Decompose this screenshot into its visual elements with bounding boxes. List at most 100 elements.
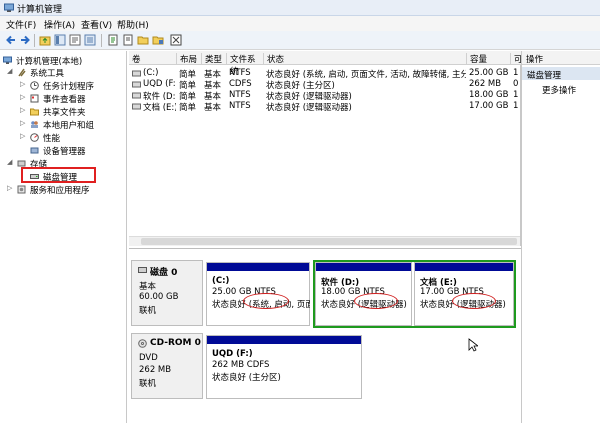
- collapse-icon[interactable]: ◢: [7, 158, 12, 166]
- column-header-status[interactable]: 状态: [263, 53, 466, 65]
- menu-bar: 文件(F) 操作(A) 查看(V) 帮助(H): [0, 16, 600, 31]
- annotation-ellipse: [354, 293, 398, 309]
- console-tree-icon[interactable]: [54, 34, 66, 46]
- forward-arrow-icon[interactable]: [19, 34, 31, 46]
- column-header-free[interactable]: 可: [510, 53, 523, 65]
- action-group-disk-management[interactable]: 磁盘管理: [522, 67, 600, 81]
- expand-icon[interactable]: ▷: [20, 132, 25, 140]
- menu-view[interactable]: 查看(V): [81, 18, 112, 31]
- partition-bar: [316, 263, 411, 271]
- cell-capacity: 25.00 GB: [469, 68, 509, 78]
- expand-icon[interactable]: ▷: [20, 106, 25, 114]
- column-header-volume[interactable]: 卷: [129, 53, 176, 65]
- actions-header: 操作: [522, 51, 600, 65]
- cell-filesystem: NTFS: [229, 68, 251, 78]
- partition-bar: [415, 263, 513, 271]
- expand-icon[interactable]: ▷: [20, 93, 25, 101]
- expand-icon[interactable]: ▷: [20, 119, 25, 127]
- menu-file[interactable]: 文件(F): [6, 18, 36, 31]
- cell-capacity: 17.00 GB: [469, 101, 509, 111]
- partition-f[interactable]: UQD (F:) 262 MB CDFS 状态良好 (主分区): [206, 335, 362, 399]
- open-folder-icon[interactable]: [137, 34, 149, 46]
- disk-0-info[interactable]: 磁盘 0 基本 60.00 GB 联机: [131, 260, 203, 326]
- volume-icon: [132, 81, 141, 88]
- shared-folder-icon: [30, 108, 39, 116]
- annotation-ellipse: [452, 293, 496, 309]
- performance-icon: [30, 133, 39, 142]
- menu-action[interactable]: 操作(A): [44, 18, 75, 31]
- partition-name: UQD (F:): [212, 349, 253, 359]
- expand-icon[interactable]: ▷: [20, 80, 25, 88]
- title-bar: 计算机管理: [0, 0, 600, 16]
- tree-label: 事件查看器: [43, 95, 86, 105]
- tree-label: 系统工具: [30, 69, 65, 79]
- horizontal-scrollbar[interactable]: [129, 236, 520, 246]
- volume-row[interactable]: 软件 (D:) 简单 基本 NTFS 状态良好 (逻辑驱动器) 18.00 GB 1: [129, 90, 521, 102]
- tree-label: 任务计划程序: [43, 82, 95, 92]
- disk-status: 联机: [139, 379, 157, 389]
- collapse-icon[interactable]: ◢: [7, 67, 12, 75]
- cell-capacity: 18.00 GB: [469, 90, 509, 100]
- toolbar-divider: [101, 34, 102, 47]
- volume-row[interactable]: (C:) 简单 基本 NTFS 状态良好 (系统, 启动, 页面文件, 活动, 故障转储…: [129, 68, 521, 80]
- cell-capacity: 262 MB: [469, 79, 502, 89]
- volume-list-header: 卷 布局 类型 文件系统 状态 容量 可: [129, 51, 523, 77]
- console-tree: 计算机管理(本地) ◢ 系统工具 ▷ 任务计划程序 ▷ 事件查看器 ▷ 共享文件…: [0, 51, 127, 423]
- partition-bar: [207, 263, 309, 271]
- actions-pane: 操作 磁盘管理 更多操作: [521, 51, 600, 423]
- cell-volume: (C:): [143, 68, 159, 78]
- back-arrow-icon[interactable]: [5, 34, 17, 46]
- disk-icon: [138, 267, 147, 273]
- volume-icon: [132, 103, 141, 110]
- toolbar: [0, 31, 600, 50]
- cell-volume: UQD (F:): [143, 79, 176, 89]
- save-folder-icon[interactable]: [152, 34, 164, 46]
- scrollbar-thumb[interactable]: [141, 238, 517, 245]
- clock-icon: [30, 81, 39, 90]
- partition-bar: [207, 336, 361, 344]
- mouse-cursor-icon: [468, 338, 478, 352]
- expand-icon[interactable]: ▷: [7, 184, 12, 192]
- column-header-type[interactable]: 类型: [201, 53, 226, 65]
- settings-dialog-icon[interactable]: [170, 34, 182, 46]
- disk-status: 联机: [139, 306, 157, 316]
- disk-size: 60.00 GB: [139, 292, 179, 302]
- up-folder-icon[interactable]: [39, 34, 51, 46]
- volume-icon: [132, 70, 141, 77]
- more-actions-link[interactable]: 更多操作: [542, 84, 576, 96]
- highlight-box-disk-management: [21, 167, 96, 183]
- column-header-capacity[interactable]: 容量: [466, 53, 510, 65]
- tree-label: 计算机管理(本地): [16, 57, 83, 67]
- tree-label: 性能: [43, 134, 61, 144]
- cell-free: 1: [513, 90, 519, 100]
- partition-status: 状态良好 (主分区): [212, 373, 281, 383]
- disk-graphical-view: 磁盘 0 基本 60.00 GB 联机 (C:) 25.00 GB NTFS 状…: [129, 248, 521, 423]
- users-icon: [31, 121, 38, 128]
- computer-management-icon: [4, 3, 14, 12]
- cell-type: 基本: [204, 103, 222, 113]
- properties-icon[interactable]: [69, 34, 81, 46]
- column-header-filesystem[interactable]: 文件系统: [226, 53, 263, 77]
- tree-label: 本地用户和组: [43, 121, 95, 131]
- toolbar-divider: [34, 34, 35, 47]
- tree-label: 设备管理器: [43, 147, 86, 157]
- partition-name: (C:): [212, 276, 230, 286]
- menu-help[interactable]: 帮助(H): [117, 18, 149, 31]
- tree-label: 共享文件夹: [43, 108, 86, 118]
- details-view-icon[interactable]: [84, 34, 96, 46]
- cell-volume: 文档 (E:): [143, 103, 176, 113]
- disk-size: 262 MB: [139, 365, 172, 375]
- cdrom-0-info[interactable]: CD-ROM 0 DVD 262 MB 联机: [131, 333, 203, 399]
- cell-filesystem: NTFS: [229, 90, 251, 100]
- volume-row[interactable]: 文档 (E:) 简单 基本 NTFS 状态良好 (逻辑驱动器) 17.00 GB 1: [129, 101, 521, 113]
- column-header-layout[interactable]: 布局: [176, 53, 201, 65]
- cell-filesystem: NTFS: [229, 101, 251, 111]
- volume-icon: [132, 92, 141, 99]
- window-title: 计算机管理: [17, 5, 63, 15]
- new-icon[interactable]: [107, 34, 119, 46]
- annotation-ellipse: [243, 293, 289, 309]
- help-doc-icon[interactable]: [122, 34, 134, 46]
- tools-icon: [18, 68, 26, 77]
- volume-row[interactable]: UQD (F:) 简单 基本 CDFS 状态良好 (主分区) 262 MB 0: [129, 79, 521, 91]
- tree-label: 服务和应用程序: [30, 186, 90, 196]
